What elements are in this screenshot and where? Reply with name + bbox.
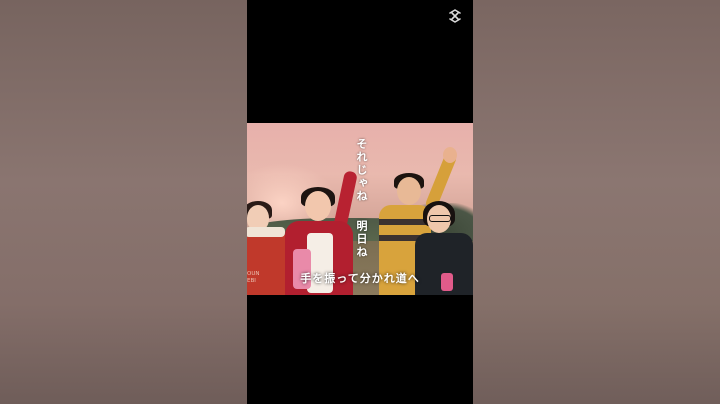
lyric-line-1: それじゃね bbox=[355, 138, 368, 203]
blurred-backdrop-right bbox=[473, 0, 720, 404]
capcut-logo-icon bbox=[449, 9, 461, 23]
lyric-line-2: 明日ね bbox=[355, 220, 368, 259]
blurred-backdrop-left bbox=[0, 0, 247, 404]
subtitle-caption: 手を振って分かれ道へ bbox=[300, 272, 420, 285]
